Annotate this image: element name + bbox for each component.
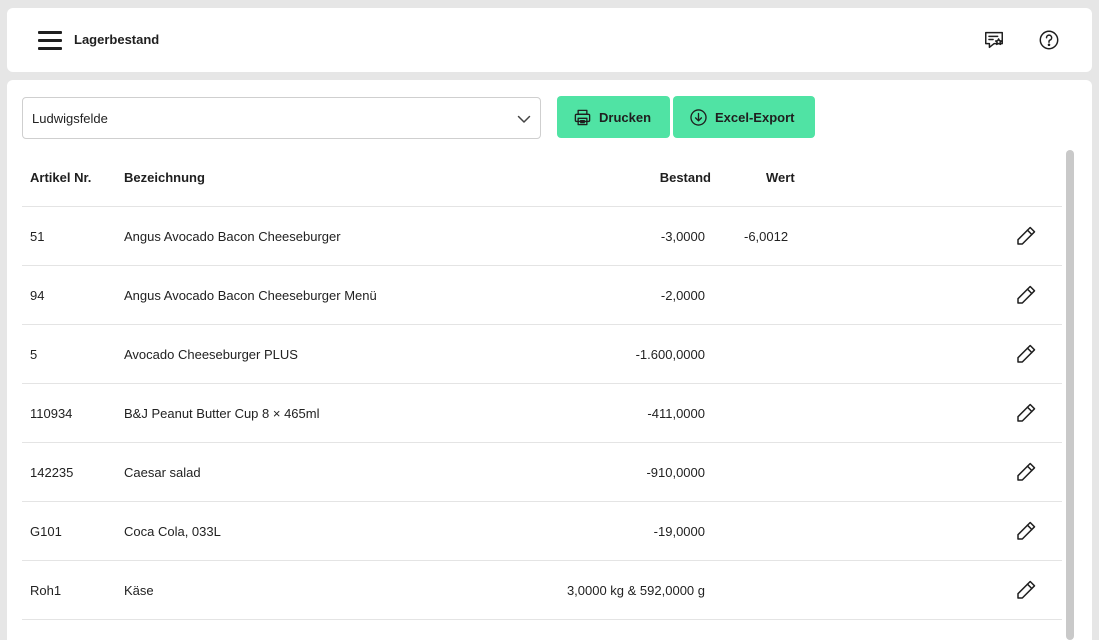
cell-artikel-nr: G101 [30, 524, 62, 539]
cell-wert: -6,0012 [744, 229, 789, 244]
table-row[interactable]: G101 Coca Cola, 033L -19,0000 [22, 502, 1062, 561]
table-header: Artikel Nr. Bezeichnung Bestand Wert [22, 147, 1062, 207]
column-header-artikel[interactable]: Artikel Nr. [30, 170, 91, 185]
edit-pencil-icon[interactable] [1014, 224, 1038, 248]
hamburger-menu-icon[interactable] [38, 30, 62, 50]
cell-bestand: -1.600,0000 [635, 347, 705, 362]
cell-bezeichnung: Käse [124, 583, 154, 598]
cell-bestand: -19,0000 [653, 524, 705, 539]
cell-bezeichnung: Caesar salad [124, 465, 201, 480]
cell-bezeichnung: Angus Avocado Bacon Cheeseburger [124, 229, 341, 244]
cell-artikel-nr: 94 [30, 288, 45, 303]
table-row[interactable]: 142235 Caesar salad -910,0000 [22, 443, 1062, 502]
edit-pencil-icon[interactable] [1014, 283, 1038, 307]
main-panel: Ludwigsfelde Drucken Excel-Export Artike… [7, 80, 1092, 640]
printer-icon [574, 109, 591, 125]
cell-bestand: -3,0000 [660, 229, 705, 244]
page-title: Lagerbestand [74, 32, 160, 47]
location-select[interactable]: Ludwigsfelde [22, 97, 541, 139]
table-row[interactable]: 51 Angus Avocado Bacon Cheeseburger -3,000… [22, 207, 1062, 266]
table-row[interactable]: Roh1 Käse 3,0000 kg & 592,0000 g [22, 561, 1062, 620]
vertical-scrollbar[interactable] [1066, 150, 1074, 640]
table-row[interactable]: 94 Angus Avocado Bacon Cheeseburger Menü -… [22, 266, 1062, 325]
app-header: Lagerbestand [7, 8, 1092, 72]
print-button[interactable]: Drucken [557, 96, 670, 138]
excel-export-button[interactable]: Excel-Export [673, 96, 815, 138]
table-row[interactable]: 110934 B&J Peanut Butter Cup 8 × 465ml -41… [22, 384, 1062, 443]
cell-bezeichnung: Avocado Cheeseburger PLUS [124, 347, 298, 362]
chat-star-icon[interactable] [982, 28, 1006, 52]
cell-bestand: -2,0000 [660, 288, 705, 303]
cell-bezeichnung: Coca Cola, 033L [124, 524, 221, 539]
chevron-down-icon [517, 115, 531, 123]
cell-artikel-nr: 142235 [30, 465, 74, 480]
cell-artikel-nr: 110934 [30, 406, 73, 421]
cell-bezeichnung: B&J Peanut Butter Cup 8 × 465ml [124, 406, 320, 421]
edit-pencil-icon[interactable] [1014, 342, 1038, 366]
cell-bezeichnung: Angus Avocado Bacon Cheeseburger Menü [124, 288, 377, 303]
download-circle-icon [690, 108, 707, 126]
cell-bestand: -910,0000 [646, 465, 705, 480]
cell-bestand: 3,0000 kg & 592,0000 g [566, 583, 705, 598]
edit-pencil-icon[interactable] [1014, 460, 1038, 484]
cell-artikel-nr: Roh1 [30, 583, 62, 598]
location-select-value: Ludwigsfelde [32, 111, 108, 126]
cell-artikel-nr: 5 [30, 347, 38, 362]
column-header-bestand[interactable]: Bestand [660, 170, 711, 185]
cell-artikel-nr: 51 [30, 229, 45, 244]
edit-pencil-icon[interactable] [1014, 519, 1038, 543]
table-row[interactable]: 5 Avocado Cheeseburger PLUS -1.600,0000 [22, 325, 1062, 384]
excel-export-label: Excel-Export [715, 109, 795, 125]
column-header-bezeichnung[interactable]: Bezeichnung [124, 170, 205, 185]
cell-bestand: -411,0000 [647, 406, 705, 421]
edit-pencil-icon[interactable] [1014, 401, 1038, 425]
print-button-label: Drucken [599, 109, 652, 125]
column-header-wert[interactable]: Wert [766, 170, 795, 185]
edit-pencil-icon[interactable] [1014, 578, 1038, 602]
stock-table: Artikel Nr. Bezeichnung Bestand Wert 51 A… [22, 147, 1062, 640]
help-circle-icon[interactable] [1037, 28, 1061, 52]
